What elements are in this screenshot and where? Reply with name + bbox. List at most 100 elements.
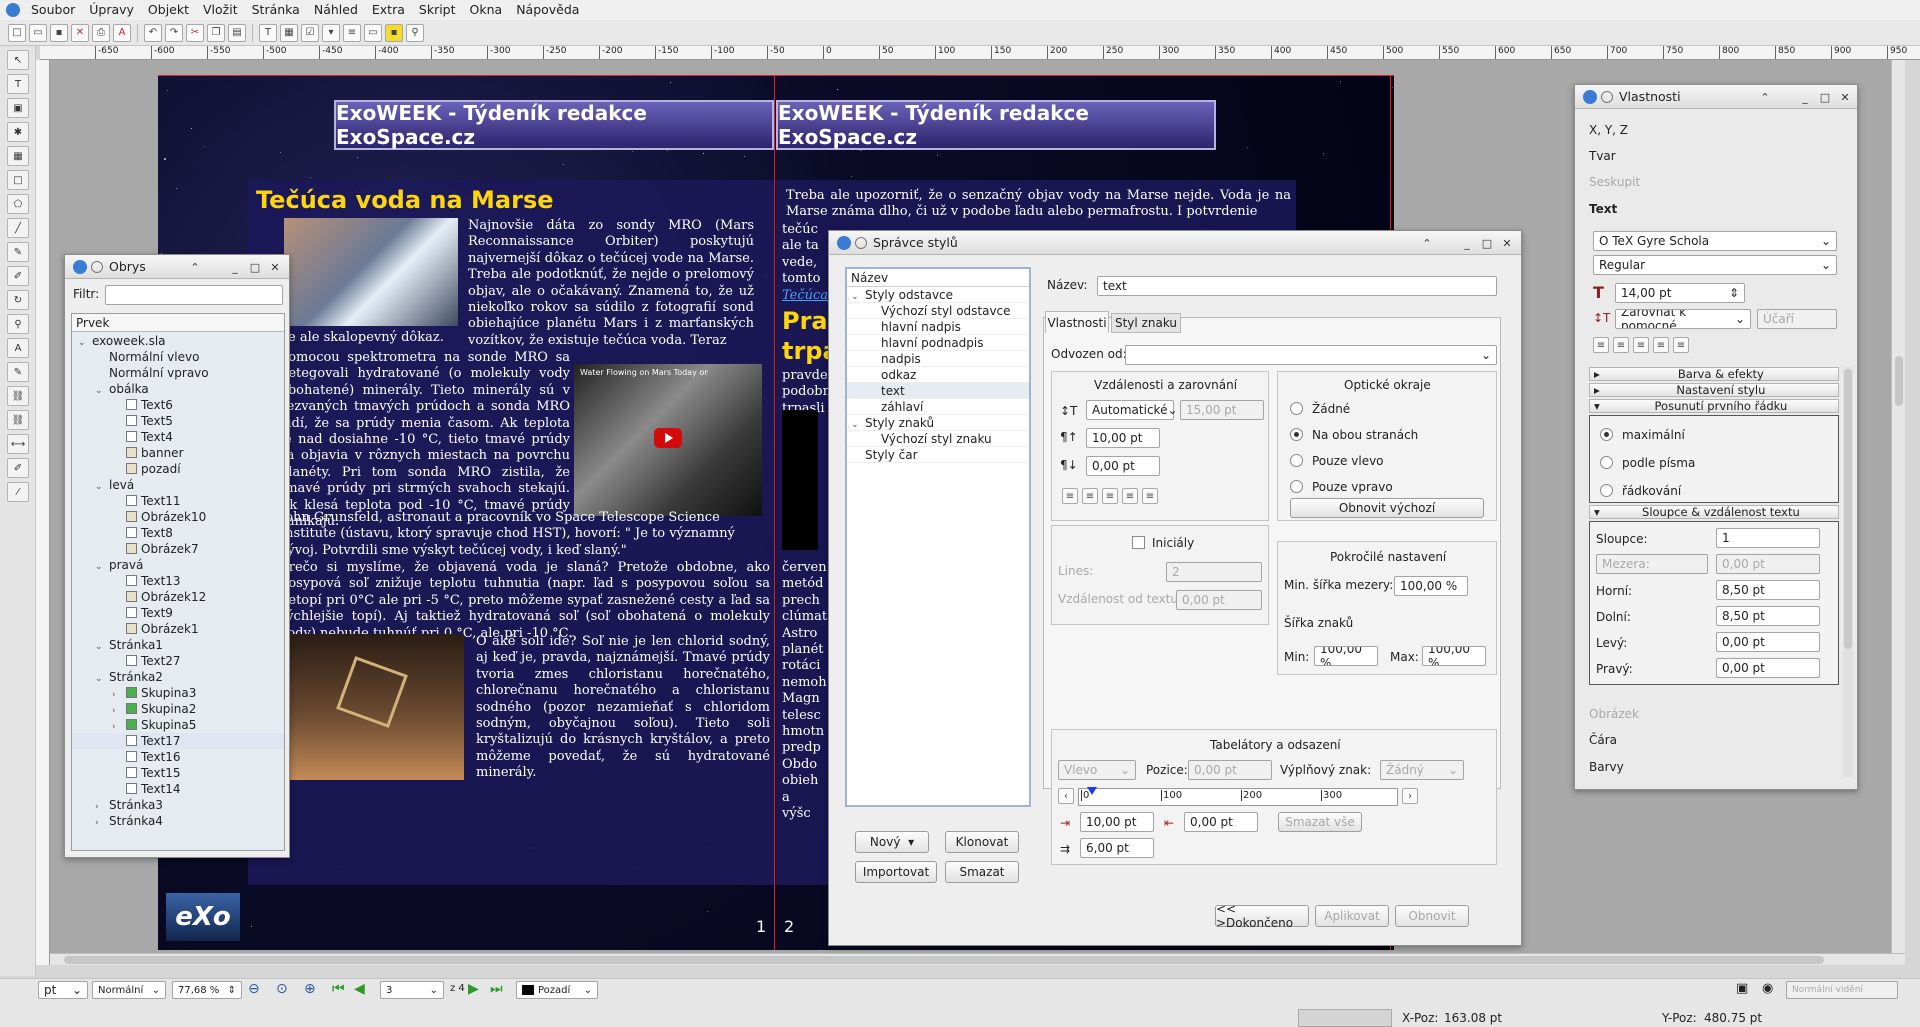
maximize-icon[interactable]: □ [1479, 235, 1495, 251]
style-tree-item[interactable]: odkaz [847, 367, 1029, 383]
line-spacing-radio[interactable] [1600, 484, 1613, 497]
zoom-out-icon[interactable]: ⊖ [248, 981, 260, 997]
menu-item[interactable]: Soubor [24, 0, 82, 20]
import-style-button[interactable]: Importovat [855, 861, 937, 883]
style-tree-item[interactable]: text [847, 383, 1029, 399]
minimize-icon[interactable]: _ [1797, 89, 1813, 105]
section-image[interactable]: Obrázek [1589, 707, 1639, 721]
redo-icon[interactable]: ↷ [165, 23, 183, 42]
outline-item[interactable]: Text14 [72, 781, 284, 797]
top-distance-spinbox[interactable]: 8,50 pt [1716, 580, 1820, 600]
optical-both-radio[interactable] [1290, 428, 1303, 441]
outline-item[interactable]: Text4 [72, 429, 284, 445]
minimize-icon[interactable]: _ [227, 259, 243, 275]
menu-item[interactable]: Skript [412, 0, 463, 20]
menu-item[interactable]: Vložit [196, 0, 245, 20]
maximize-icon[interactable]: □ [1817, 89, 1833, 105]
eyedropper-icon[interactable]: ⁄ [7, 482, 29, 502]
min-glyph-spinbox[interactable]: 100,00 % [1314, 646, 1378, 666]
link-annotation-icon[interactable]: ▪ [385, 23, 403, 42]
alignment-buttons[interactable]: ≡ ≡ ≡ ≡ ≡ [1062, 488, 1158, 504]
columns-spinbox[interactable]: 1 [1716, 528, 1820, 548]
style-tree-item[interactable]: Styly čar [847, 447, 1029, 463]
outline-item[interactable]: Text13 [72, 573, 284, 589]
apply-button[interactable]: Aplikovat [1315, 905, 1389, 927]
optical-none-radio[interactable] [1290, 402, 1303, 415]
new-document-icon[interactable]: □ [8, 23, 26, 42]
zoom-tool-icon[interactable]: ⚲ [7, 314, 29, 334]
clone-style-button[interactable]: Klonovat [945, 831, 1019, 853]
shape-tool-icon[interactable]: □ [7, 170, 29, 190]
columns-section[interactable]: ▾ Sloupce & vzdálenost textu [1589, 505, 1839, 519]
copy-properties-icon[interactable]: ✐ [7, 458, 29, 478]
text-align-buttons[interactable]: ≡ ≡ ≡ ≡ ≡ [1593, 337, 1689, 353]
outline-item[interactable]: ⌄ exoweek.sla [72, 333, 284, 349]
outline-item[interactable]: › Skupina3 [72, 685, 284, 701]
bezier-tool-icon[interactable]: ✎ [7, 242, 29, 262]
collapse-icon[interactable]: ⌃ [1419, 235, 1435, 251]
outline-item[interactable]: Obrázek12 [72, 589, 284, 605]
form-icon[interactable]: ▦ [280, 23, 298, 42]
derived-from-select[interactable]: ⌄ [1125, 345, 1497, 365]
outline-item[interactable]: Text11 [72, 493, 284, 509]
outline-item[interactable]: banner [72, 445, 284, 461]
youtube-video[interactable]: Water Flowing on Mars Today on Thi... [574, 364, 762, 516]
align-justify-icon[interactable]: ≡ [1653, 337, 1669, 353]
outline-item[interactable]: Text27 [72, 653, 284, 669]
line-spacing-mode-select[interactable]: Automatické ⌄ [1086, 400, 1178, 420]
style-tree-item[interactable]: nadpis [847, 351, 1029, 367]
checkbox-tool-icon[interactable]: ☑ [301, 23, 319, 42]
outline-tree[interactable]: Prvek ⌄ exoweek.sla Normální vlevo Normální… [71, 313, 285, 851]
section-colors[interactable]: Barvy [1589, 760, 1624, 774]
color-effects-section[interactable]: ▸ Barva & efekty [1589, 367, 1839, 381]
position-spinbox[interactable]: 0,00 pt [1188, 760, 1272, 780]
tab-character-style[interactable]: Styl znaku [1111, 313, 1181, 333]
style-name-input[interactable]: text [1097, 276, 1497, 296]
menu-item[interactable]: Úpravy [82, 0, 141, 20]
outline-item[interactable]: Obrázek10 [72, 509, 284, 525]
dialog-pin-icon[interactable] [855, 236, 867, 249]
style-tree-item[interactable]: ⌄ Styly znaků [847, 415, 1029, 431]
align-forced-icon[interactable]: ≡ [1673, 337, 1689, 353]
style-tree-header[interactable]: Název [847, 269, 1029, 287]
fill-char-select[interactable]: Žádný ⌄ [1380, 760, 1464, 780]
space-below-spinbox[interactable]: 0,00 pt [1086, 456, 1160, 476]
edit-content-tool-icon[interactable]: A [7, 338, 29, 358]
first-page-icon[interactable]: ⏮ [332, 981, 345, 997]
layer-select[interactable]: Pozadí ⌄ [516, 981, 598, 999]
font-based-radio[interactable] [1600, 456, 1613, 469]
style-tree-item[interactable]: hlavní nadpis [847, 319, 1029, 335]
tab-align-select[interactable]: Vlevo ⌄ [1058, 760, 1136, 780]
outline-item[interactable]: Text17 [72, 733, 284, 749]
render-frame-tool-icon[interactable]: ✱ [7, 122, 29, 142]
section-shape[interactable]: Tvar [1589, 149, 1616, 163]
outline-item[interactable]: Obrázek1 [72, 621, 284, 637]
align-center-icon[interactable]: ≡ [1613, 337, 1629, 353]
new-style-button[interactable]: Nový ▾ [855, 831, 929, 853]
font-style-select[interactable]: Regular ⌄ [1593, 255, 1837, 275]
collapse-icon[interactable]: ⌃ [1757, 89, 1773, 105]
style-tree-item[interactable]: hlavní podnadpis [847, 335, 1029, 351]
polygon-tool-icon[interactable]: ⬠ [7, 194, 29, 214]
style-tree-item[interactable]: ⌄ Styly odstavce [847, 287, 1029, 303]
edit-text-tool-icon[interactable]: ✎ [7, 362, 29, 382]
maximize-icon[interactable]: □ [247, 259, 263, 275]
listbox-tool-icon[interactable]: ≡ [343, 23, 361, 42]
properties-titlebar[interactable]: Vlastnosti ⌃ _ □ ✕ [1575, 85, 1857, 109]
open-icon[interactable]: ▭ [29, 23, 47, 42]
close-icon[interactable]: ✕ [1837, 89, 1853, 105]
line-tool-icon[interactable]: ╱ [7, 218, 29, 238]
outline-item[interactable]: › Skupina2 [72, 701, 284, 717]
align-forced-icon[interactable]: ≡ [1142, 488, 1158, 504]
measure-tool-icon[interactable]: ⟷ [7, 434, 29, 454]
cut-icon[interactable]: ✂ [186, 23, 204, 42]
optical-left-radio[interactable] [1290, 454, 1303, 467]
style-tree[interactable]: Název ⌄ Styly odstavce Výchozí styl odstav… [845, 267, 1031, 807]
style-tree-item[interactable]: Výchozí styl znaku [847, 431, 1029, 447]
outline-item[interactable]: Text16 [72, 749, 284, 765]
font-size-spinbox[interactable]: 14,00 pt ⇕ [1615, 283, 1745, 303]
outline-item[interactable]: ⌄ Stránka2 [72, 669, 284, 685]
text-frame-tool-icon[interactable]: T [7, 74, 29, 94]
align-left-icon[interactable]: ≡ [1062, 488, 1078, 504]
view-mode-select[interactable]: Normální vidění [1786, 981, 1898, 999]
